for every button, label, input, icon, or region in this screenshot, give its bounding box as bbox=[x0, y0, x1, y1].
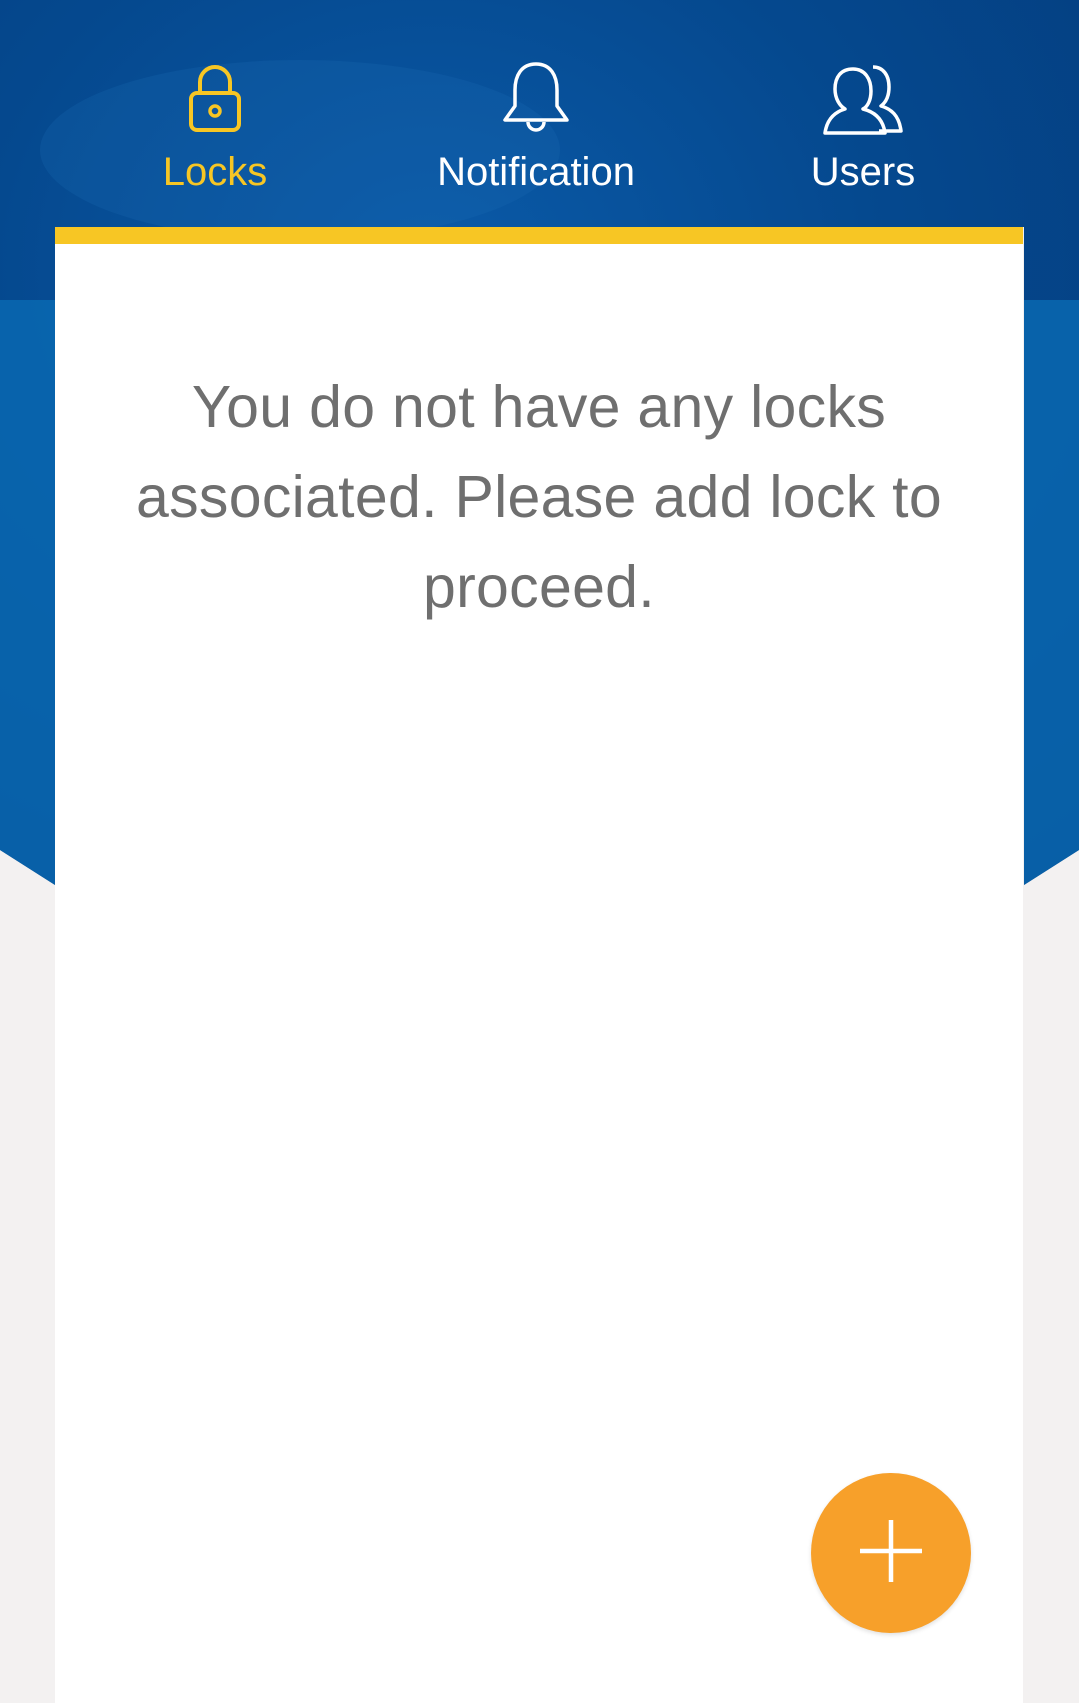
plus-icon bbox=[858, 1518, 924, 1589]
locks-panel: You do not have any locks associated. Pl… bbox=[55, 227, 1023, 1703]
tab-notification[interactable]: Notification bbox=[386, 58, 686, 208]
users-icon bbox=[821, 58, 905, 138]
bell-icon bbox=[494, 58, 578, 138]
empty-state-message: You do not have any locks associated. Pl… bbox=[136, 374, 942, 620]
tab-users-label: Users bbox=[810, 150, 916, 194]
add-lock-button[interactable] bbox=[811, 1473, 971, 1633]
lock-icon bbox=[173, 58, 257, 138]
tab-locks-label: Locks bbox=[162, 150, 268, 194]
screen: Locks Notification Users You do not have… bbox=[0, 0, 1079, 1703]
tab-bar: Locks Notification Users bbox=[0, 0, 1079, 228]
tab-users[interactable]: Users bbox=[713, 58, 1013, 208]
tab-locks[interactable]: Locks bbox=[65, 58, 365, 208]
tab-notification-label: Notification bbox=[437, 150, 635, 194]
